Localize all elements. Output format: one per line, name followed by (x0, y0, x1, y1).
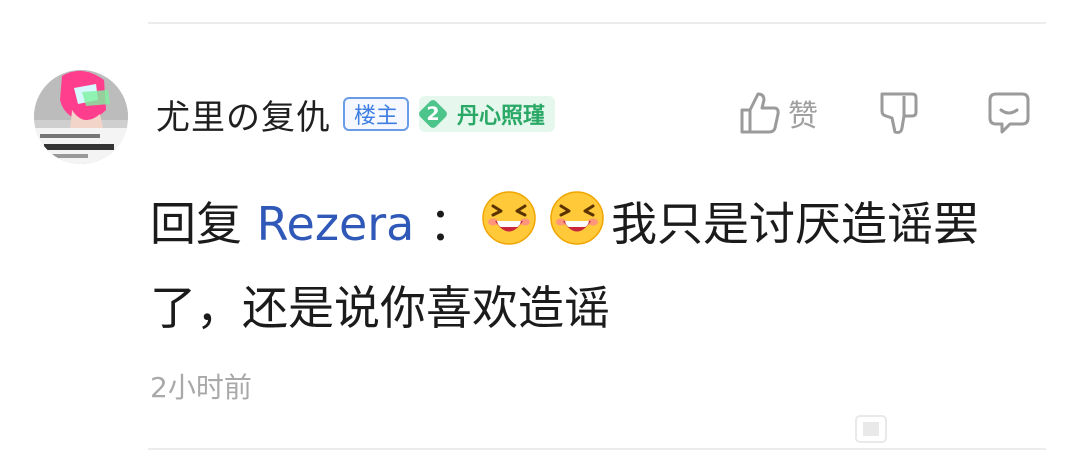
comment-header: 尤里の复仇 楼主 2 丹心照瑾 (156, 90, 556, 139)
grinning-squint-emoji-icon (482, 191, 536, 245)
avatar[interactable] (34, 70, 128, 164)
comment-icon (988, 92, 1030, 134)
level-number: 2 (426, 103, 440, 125)
reply-button[interactable] (986, 90, 1032, 136)
level-diamond-icon: 2 (417, 98, 449, 130)
owner-badge: 楼主 (343, 97, 410, 131)
reply-separator: ： (429, 197, 475, 251)
thumbs-down-icon (880, 92, 918, 134)
avatar-image (34, 70, 128, 164)
comment-content: 回复 Rezera ： 我只是讨厌造谣罢了，还是说你喜欢造谣 (150, 182, 1040, 350)
username[interactable]: 尤里の复仇 (156, 90, 331, 139)
top-divider (148, 22, 1046, 24)
reply-to-user[interactable]: Rezera (257, 197, 415, 251)
level-name: 丹心照瑾 (457, 104, 546, 129)
timestamp: 2小时前 (150, 371, 252, 404)
level-badge: 2 丹心照瑾 (417, 96, 556, 132)
like-label: 赞 (788, 99, 818, 134)
thumbs-up-icon (740, 92, 780, 134)
dislike-button[interactable] (876, 90, 920, 136)
watermark-icon (855, 415, 887, 443)
like-button[interactable]: 赞 (738, 90, 818, 136)
grinning-squint-emoji-icon (550, 191, 604, 245)
comment-actions: 赞 (738, 90, 1032, 136)
bottom-divider (148, 448, 1046, 450)
reply-prefix: 回复 (150, 197, 242, 251)
